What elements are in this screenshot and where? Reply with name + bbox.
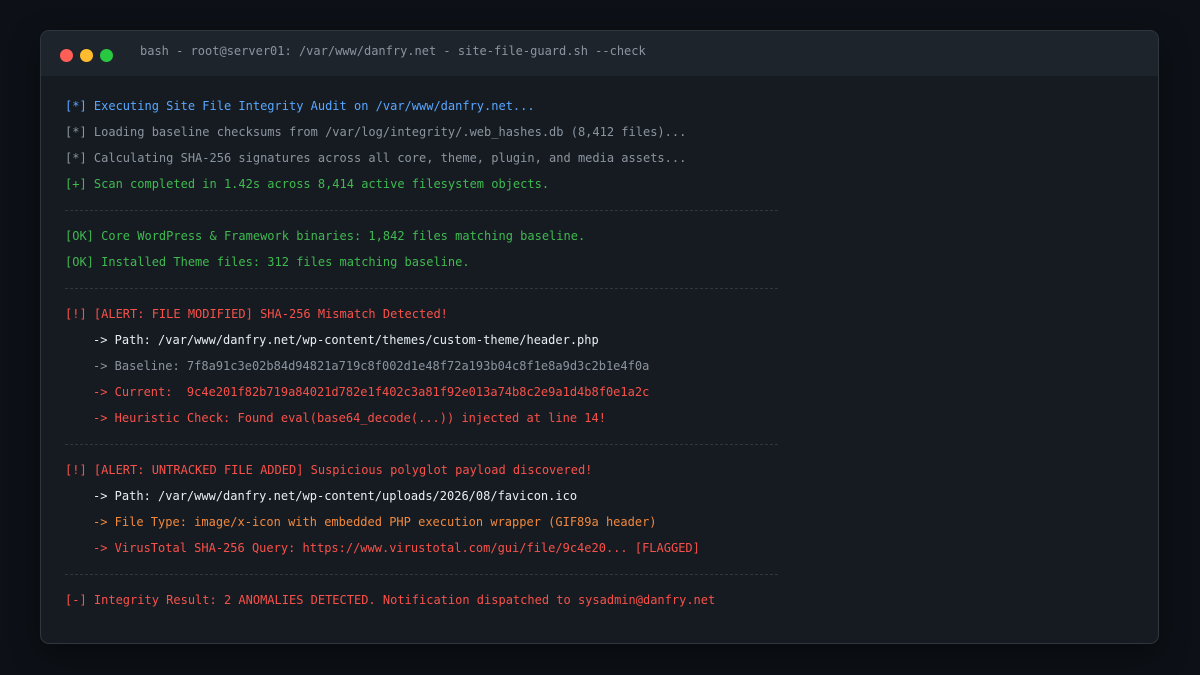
divider-line xyxy=(65,573,778,575)
maximize-window-button[interactable] xyxy=(100,49,113,62)
baseline-load-line: [*] Loading baseline checksums from /var… xyxy=(65,125,687,139)
alert-added-line: [!] [ALERT: UNTRACKED FILE ADDED] Suspic… xyxy=(65,463,593,477)
modified-path-line: -> Path: /var/www/danfry.net/wp-content/… xyxy=(93,333,599,347)
divider-line xyxy=(65,209,778,211)
file-type-line: -> File Type: image/x-icon with embedded… xyxy=(93,515,657,529)
scan-complete-line: [+] Scan completed in 1.42s across 8,414… xyxy=(65,177,550,191)
section-divider xyxy=(65,197,1158,223)
title-bar: bash - root@server01: /var/www/danfry.ne… xyxy=(41,31,1158,76)
alert-modified-line: [!] [ALERT: FILE MODIFIED] SHA-256 Misma… xyxy=(65,307,448,321)
section-divider xyxy=(65,561,1158,587)
divider-line xyxy=(65,443,778,445)
theme-ok-line: [OK] Installed Theme files: 312 files ma… xyxy=(65,255,470,269)
virustotal-line: -> VirusTotal SHA-256 Query: https://www… xyxy=(93,541,700,555)
baseline-hash-line: -> Baseline: 7f8a91c3e02b84d94821a719c8f… xyxy=(93,359,650,373)
divider-line xyxy=(65,287,778,289)
window-title: bash - root@server01: /var/www/danfry.ne… xyxy=(140,44,646,58)
minimize-window-button[interactable] xyxy=(80,49,93,62)
added-path-line: -> Path: /var/www/danfry.net/wp-content/… xyxy=(93,489,578,503)
integrity-result-line: [-] Integrity Result: 2 ANOMALIES DETECT… xyxy=(65,593,716,607)
terminal-output[interactable]: [*] Executing Site File Integrity Audit … xyxy=(41,76,1158,613)
close-window-button[interactable] xyxy=(60,49,73,62)
section-divider xyxy=(65,275,1158,301)
terminal-window: bash - root@server01: /var/www/danfry.ne… xyxy=(40,30,1159,644)
hash-calc-line: [*] Calculating SHA-256 signatures acros… xyxy=(65,151,687,165)
heuristic-line: -> Heuristic Check: Found eval(base64_de… xyxy=(93,411,606,425)
section-divider xyxy=(65,431,1158,457)
audit-start-line: [*] Executing Site File Integrity Audit … xyxy=(65,99,535,113)
core-ok-line: [OK] Core WordPress & Framework binaries… xyxy=(65,229,586,243)
current-hash-line: -> Current: 9c4e201f82b719a84021d782e1f4… xyxy=(93,385,650,399)
